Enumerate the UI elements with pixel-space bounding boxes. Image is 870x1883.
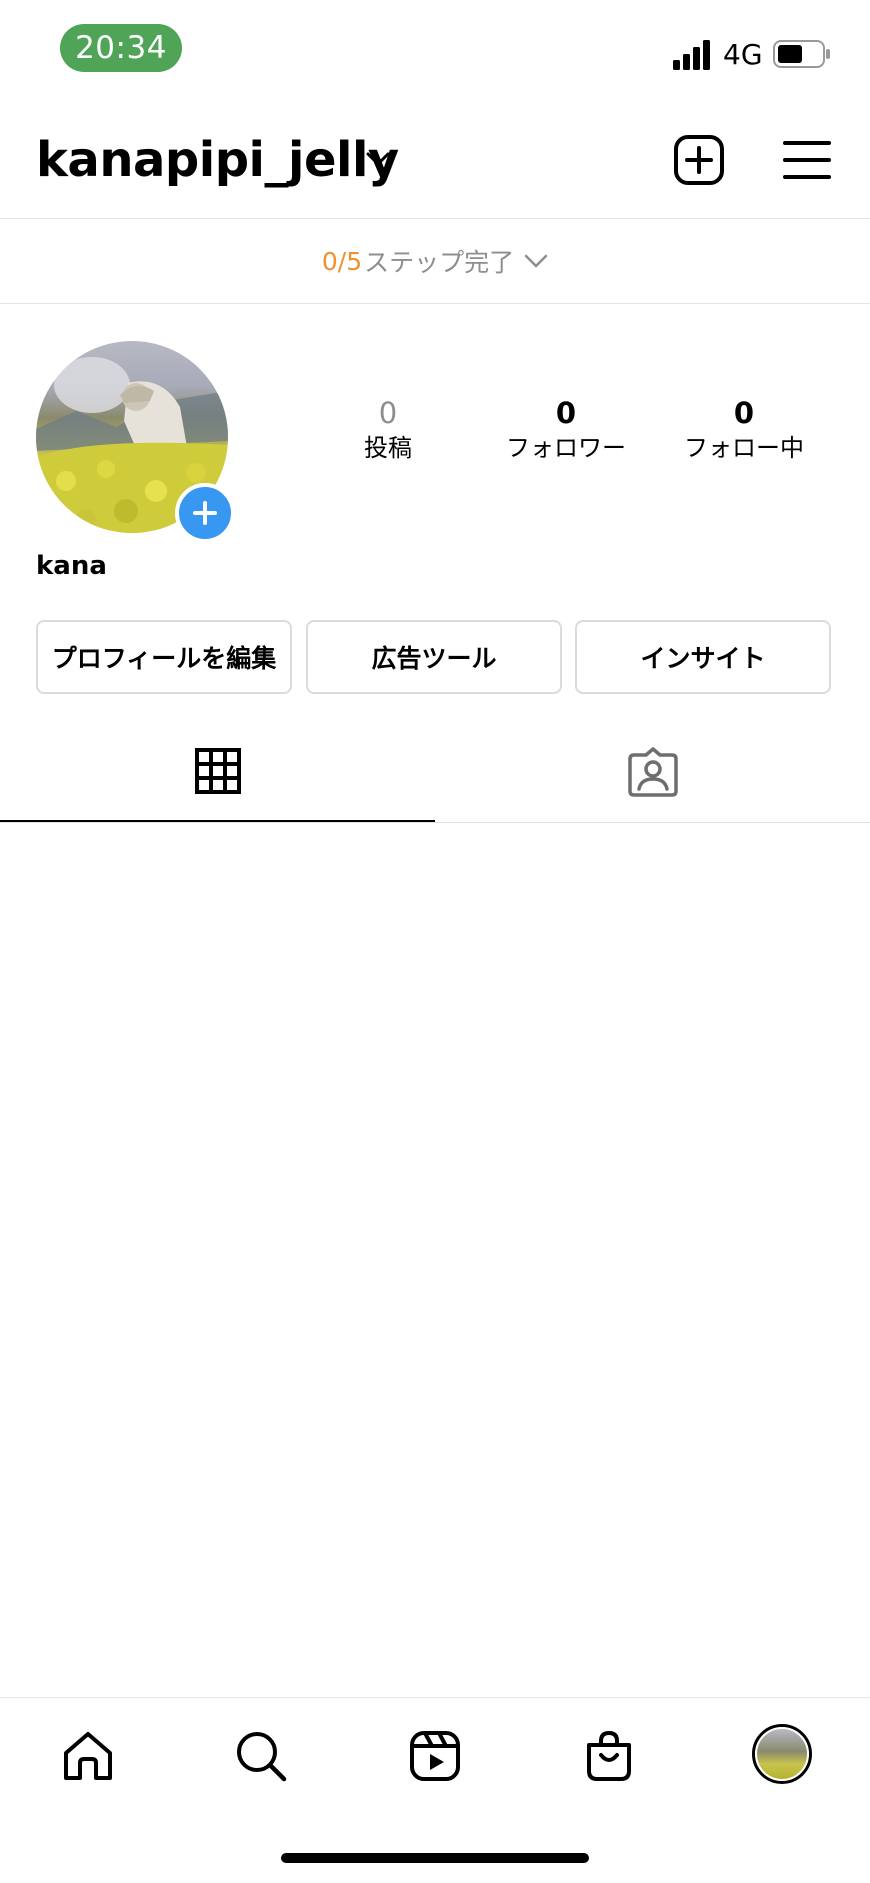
chevron-down-icon <box>524 254 548 268</box>
followers-stat[interactable]: 0 フォロワー <box>486 395 646 465</box>
posts-stat[interactable]: 0 投稿 <box>308 395 468 465</box>
add-story-button[interactable] <box>175 483 235 543</box>
username-switcher[interactable]: kanapipi_jelly <box>36 132 399 188</box>
shop-icon <box>587 1730 631 1781</box>
home-indicator <box>281 1853 589 1863</box>
nav-search[interactable] <box>233 1728 289 1784</box>
followers-label: フォロワー <box>506 434 626 462</box>
nav-profile[interactable] <box>752 1724 812 1784</box>
following-count: 0 <box>733 396 755 430</box>
status-time: 20:34 <box>60 24 182 72</box>
bottom-tab-bar <box>0 1697 870 1810</box>
nav-shop[interactable] <box>581 1728 637 1784</box>
display-name: kana <box>36 551 107 581</box>
ad-tools-button[interactable]: 広告ツール <box>306 620 562 694</box>
profile-avatar[interactable] <box>36 341 235 543</box>
nav-reels[interactable] <box>407 1728 463 1784</box>
profile-steps-toggle[interactable]: 0/5 ステップ完了 <box>0 219 870 304</box>
add-post-icon[interactable] <box>673 134 725 186</box>
following-label: フォロー中 <box>684 434 804 462</box>
steps-count: 0/5 <box>321 246 363 276</box>
profile-tabs <box>0 722 870 823</box>
following-stat[interactable]: 0 フォロー中 <box>664 395 824 465</box>
steps-label: ステップ完了 <box>364 248 515 277</box>
signal-icon <box>673 40 710 70</box>
profile-header: kanapipi_jelly <box>0 98 870 219</box>
search-icon <box>237 1732 287 1782</box>
tab-tagged[interactable] <box>435 722 870 822</box>
tagged-icon <box>627 747 678 797</box>
menu-icon[interactable] <box>783 138 831 182</box>
edit-profile-button[interactable]: プロフィールを編集 <box>36 620 292 694</box>
tab-posts-grid[interactable] <box>0 722 435 822</box>
profile-avatar-icon <box>755 1727 809 1781</box>
reels-icon <box>410 1731 460 1781</box>
status-bar: 20:34 4G <box>0 0 870 98</box>
home-icon <box>64 1732 112 1780</box>
nav-home[interactable] <box>60 1728 116 1784</box>
battery-icon <box>773 40 830 68</box>
plus-icon <box>193 501 217 525</box>
chevron-down-icon[interactable] <box>365 150 391 168</box>
grid-icon <box>194 748 241 794</box>
posts-label: 投稿 <box>364 434 412 462</box>
insights-button[interactable]: インサイト <box>575 620 831 694</box>
posts-count: 0 <box>378 396 398 430</box>
followers-count: 0 <box>555 396 577 430</box>
network-type: 4G <box>723 38 763 71</box>
